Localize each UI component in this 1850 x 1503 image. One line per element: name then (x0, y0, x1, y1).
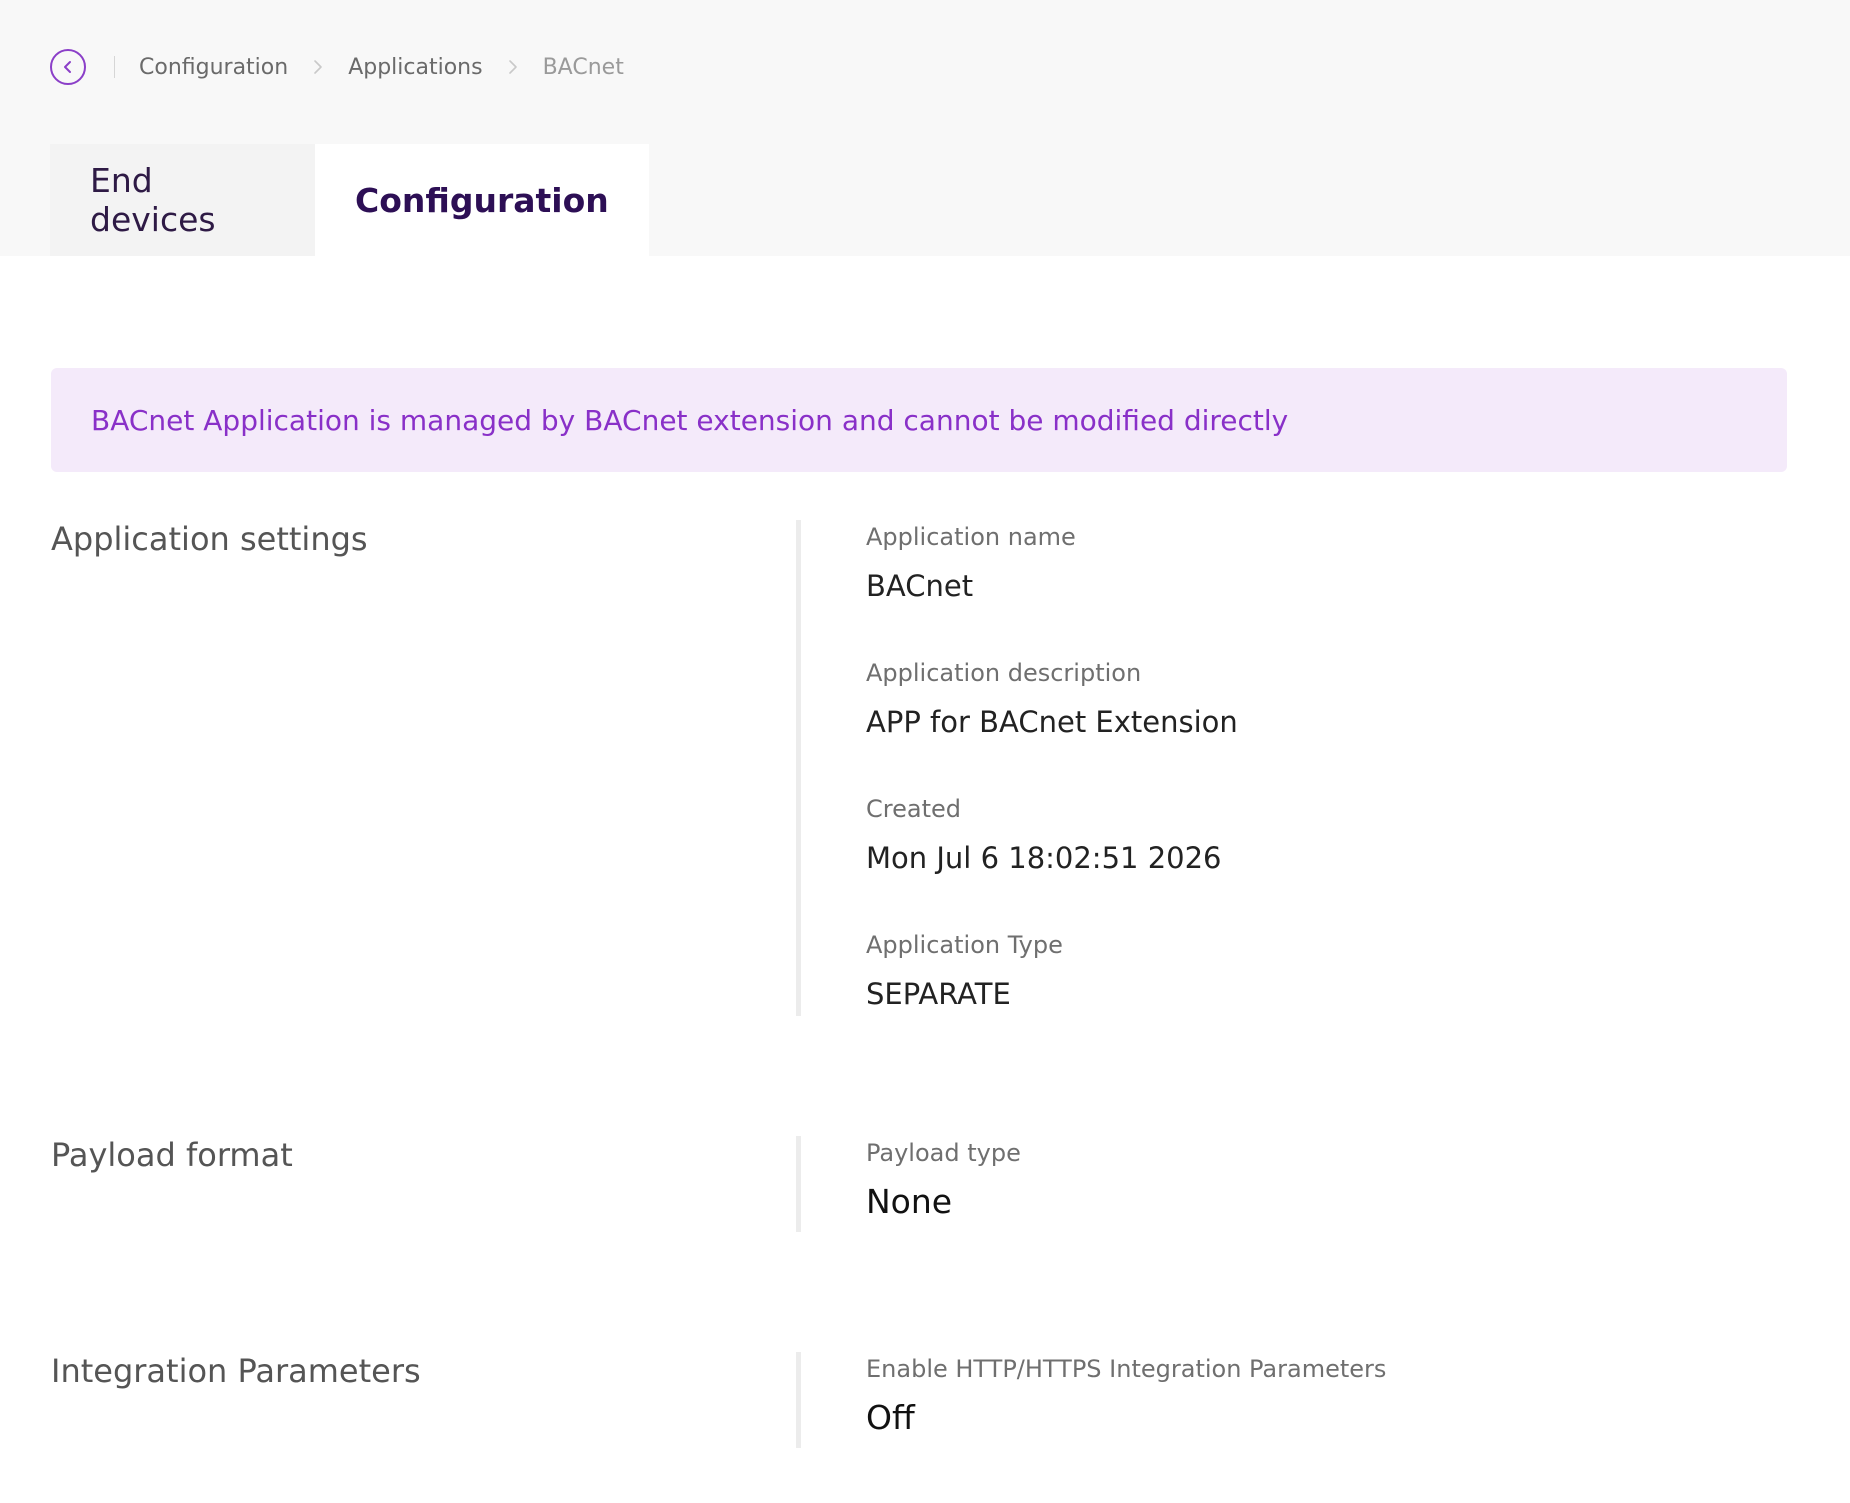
section-title: Integration Parameters (51, 1352, 421, 1390)
field-application-type: Application Type SEPARATE (866, 928, 1238, 1014)
field-enable-http-integration: Enable HTTP/HTTPS Integration Parameters… (866, 1352, 1386, 1438)
payload-format-section: Payload format Payload type None (51, 1136, 1791, 1236)
payload-format-fields: Payload type None (866, 1136, 1021, 1222)
field-value: Off (866, 1398, 915, 1437)
field-label: Application description (866, 659, 1142, 687)
section-title: Application settings (51, 520, 368, 558)
section-divider (796, 520, 801, 1016)
field-label: Application Type (866, 931, 1063, 959)
tab-end-devices[interactable]: End devices (50, 144, 315, 256)
section-divider (796, 1136, 801, 1232)
field-application-name: Application name BACnet (866, 520, 1238, 656)
tab-bar: End devices Configuration (50, 144, 649, 256)
application-settings-section: Application settings Application name BA… (51, 520, 1791, 1020)
breadcrumb: Configuration Applications BACnet (50, 47, 624, 87)
field-value: None (866, 1182, 953, 1221)
field-value: APP for BACnet Extension (866, 705, 1238, 739)
field-application-description: Application description APP for BACnet E… (866, 656, 1238, 792)
back-button[interactable] (50, 49, 86, 85)
breadcrumb-current: BACnet (542, 54, 624, 80)
field-label: Application name (866, 523, 1076, 551)
breadcrumb-divider (114, 56, 115, 78)
managed-notice: BACnet Application is managed by BACnet … (51, 368, 1787, 472)
section-divider (796, 1352, 801, 1448)
field-value: BACnet (866, 569, 974, 603)
tab-configuration[interactable]: Configuration (315, 144, 649, 256)
field-label: Payload type (866, 1139, 1021, 1167)
chevron-left-icon (64, 61, 71, 73)
chevron-right-icon (312, 59, 324, 75)
integration-parameters-section: Integration Parameters Enable HTTP/HTTPS… (51, 1352, 1791, 1452)
notice-text: BACnet Application is managed by BACnet … (91, 403, 1289, 437)
chevron-right-icon (507, 59, 519, 75)
field-value: SEPARATE (866, 977, 1011, 1011)
breadcrumb-configuration[interactable]: Configuration (139, 55, 288, 80)
integration-parameters-fields: Enable HTTP/HTTPS Integration Parameters… (866, 1352, 1386, 1438)
field-created: Created Mon Jul 6 18:02:51 2026 (866, 792, 1238, 928)
field-payload-type: Payload type None (866, 1136, 1021, 1222)
section-title: Payload format (51, 1136, 293, 1174)
field-value: Mon Jul 6 18:02:51 2026 (866, 841, 1222, 875)
breadcrumb-applications[interactable]: Applications (348, 55, 482, 80)
application-settings-fields: Application name BACnet Application desc… (866, 520, 1238, 1014)
field-label: Created (866, 795, 961, 823)
field-label: Enable HTTP/HTTPS Integration Parameters (866, 1355, 1387, 1383)
